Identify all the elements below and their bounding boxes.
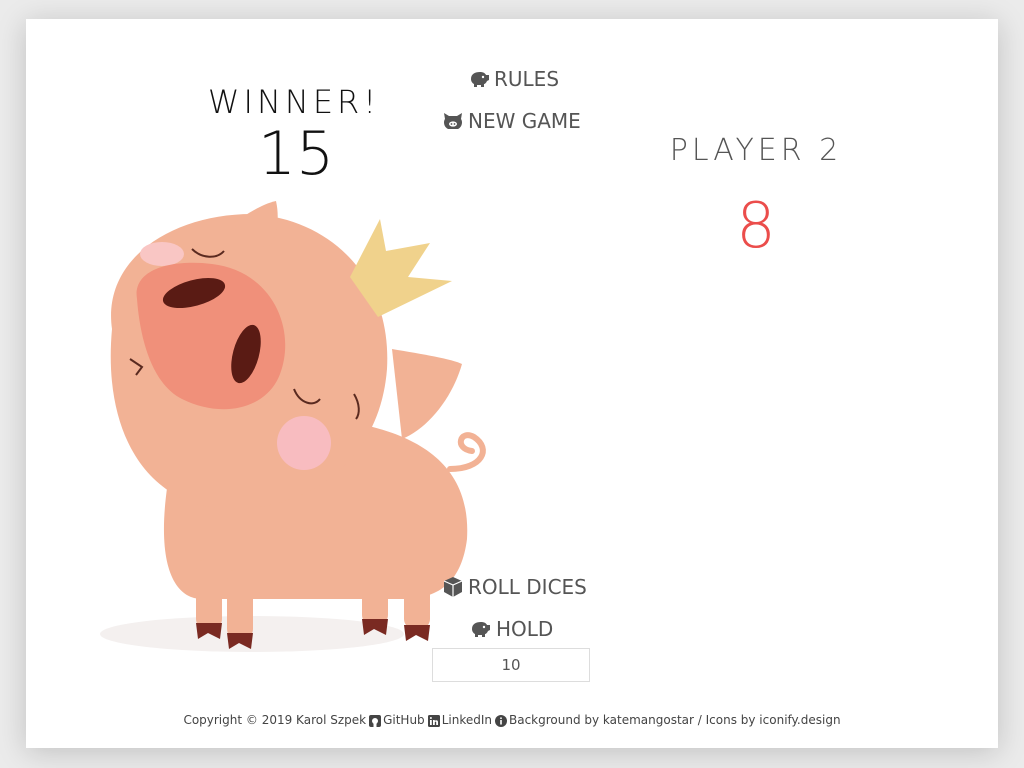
github-label: GitHub bbox=[383, 713, 425, 727]
hold-label: HOLD bbox=[496, 617, 554, 641]
winner-pig-illustration bbox=[100, 201, 486, 652]
github-icon bbox=[369, 713, 382, 727]
linkedin-icon bbox=[427, 713, 440, 727]
dice-cube-icon bbox=[442, 576, 464, 598]
player2-score: 8 bbox=[736, 189, 776, 262]
info-icon bbox=[494, 713, 507, 727]
linkedin-label: LinkedIn bbox=[441, 713, 492, 727]
player1-winner-label: WINNER! bbox=[207, 83, 381, 121]
player1-score: 15 bbox=[257, 119, 335, 189]
new-game-button[interactable]: NEW GAME bbox=[442, 109, 581, 133]
credits-label: Background by katemangostar / Icons by i… bbox=[508, 713, 841, 727]
copyright-text: Copyright © 2019 Karol Szpek bbox=[183, 713, 367, 727]
roll-dices-label: ROLL DICES bbox=[468, 575, 587, 599]
player2-name: PLAYER 2 bbox=[669, 133, 843, 168]
rules-label: RULES bbox=[494, 67, 560, 91]
game-panel: WINNER! 15 PLAYER 2 8 RULES NEW GAME ROL… bbox=[26, 19, 998, 748]
rules-button[interactable]: RULES bbox=[468, 67, 559, 91]
piggy-bank-icon bbox=[468, 69, 490, 89]
pig-face-icon bbox=[442, 111, 464, 131]
new-game-label: NEW GAME bbox=[468, 109, 581, 133]
winning-score-input[interactable] bbox=[432, 648, 590, 682]
linkedin-link[interactable]: LinkedIn bbox=[427, 713, 492, 727]
roll-dices-button[interactable]: ROLL DICES bbox=[442, 575, 587, 599]
hold-button[interactable]: HOLD bbox=[468, 617, 553, 641]
piggy-bank-icon bbox=[468, 619, 492, 639]
credits: Background by katemangostar / Icons by i… bbox=[494, 713, 841, 727]
github-link[interactable]: GitHub bbox=[369, 713, 425, 727]
footer: Copyright © 2019 Karol Szpek GitHub Link… bbox=[26, 713, 998, 727]
